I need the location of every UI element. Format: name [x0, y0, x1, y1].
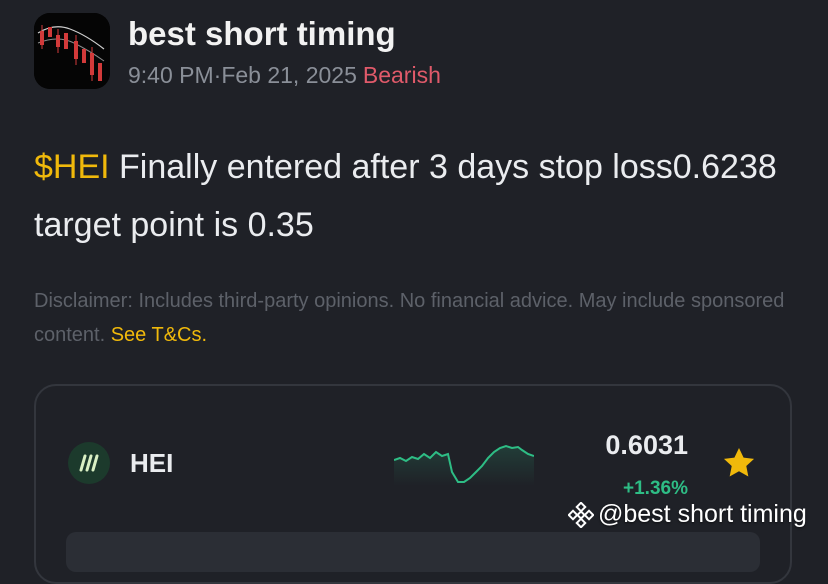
post-body: $HEI Finally entered after 3 days stop l… — [34, 138, 794, 254]
terms-link[interactable]: See T&Cs. — [111, 324, 207, 346]
post-text: Finally entered after 3 days stop loss0.… — [34, 148, 777, 244]
post-meta: 9:40 PM·Feb 21, 2025 Bearish — [128, 62, 441, 89]
ticker-link[interactable]: $HEI — [34, 148, 110, 186]
binance-logo-icon — [568, 501, 594, 528]
coin-card[interactable]: HEI 0.6031 +1.36% — [34, 384, 792, 584]
author-name[interactable]: best short timing — [128, 15, 396, 53]
post-timestamp: 9:40 PM·Feb 21, 2025 — [128, 62, 357, 88]
card-inner-panel — [66, 532, 760, 572]
disclaimer: Disclaimer: Includes third-party opinion… — [34, 284, 794, 352]
author-avatar[interactable] — [34, 13, 110, 89]
coin-name: HEI — [130, 448, 174, 478]
coin-price: 0.6031 — [605, 430, 688, 460]
watermark-text: @best short timing — [598, 500, 807, 528]
price-change: +1.36% — [623, 478, 688, 499]
sentiment-tag: Bearish — [362, 62, 441, 88]
hei-logo-icon — [68, 442, 110, 484]
price-sparkline — [394, 444, 534, 486]
candlestick-chart-avatar-icon — [34, 13, 110, 89]
watermark: @best short timing — [568, 500, 807, 529]
star-icon[interactable] — [720, 444, 758, 482]
